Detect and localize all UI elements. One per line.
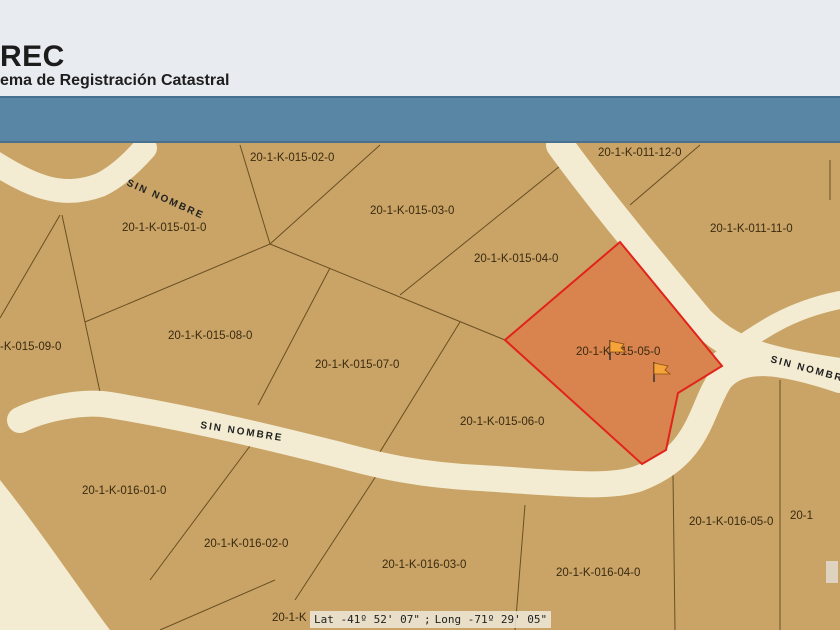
parcel-label: 20-1-K-016-05-0: [689, 516, 773, 528]
parcel-label: 20-1-K-015-08-0: [168, 330, 252, 342]
coordinate-readout: Lat -41º 52' 07"; Long -71º 29' 05": [310, 611, 552, 628]
parcel-label: 20-1-K-011-11-0: [710, 223, 793, 235]
coordinate-separator: ;: [423, 613, 431, 626]
app-title: REC: [0, 40, 65, 73]
parcel-label: 20-1-K-015-06-0: [460, 416, 544, 428]
parcel-label: 20-1-K-011-12-0: [598, 147, 682, 159]
parcel-label: 20-1-K-016-04-0: [556, 567, 640, 579]
parcel-label: 20-1-K-015-02-0: [250, 152, 334, 164]
latitude-value: Lat -41º 52' 07": [314, 613, 420, 626]
parcel-label: 20-1: [790, 510, 813, 522]
parcel-label: 20-1-K-015-01-0: [122, 222, 206, 234]
longitude-value: Long -71º 29' 05": [434, 613, 548, 626]
cadastral-map[interactable]: SIN NOMBRE SIN NOMBRE SIN NOMBRE 20-1-K-…: [0, 143, 840, 630]
parcel-label: -K-015-09-0: [0, 341, 61, 353]
parcel-label: 20-1-K-016-02-0: [204, 538, 288, 550]
map-canvas[interactable]: SIN NOMBRE SIN NOMBRE SIN NOMBRE 20-1-K-…: [0, 143, 840, 630]
app-header: REC ema de Registración Catastral: [0, 0, 840, 96]
parcel-label: 20-1-K-015-07-0: [315, 359, 399, 371]
parcel-label: 20-1-K-016-01-0: [82, 485, 166, 497]
map-toolbar: [0, 96, 840, 143]
map-control-icon[interactable]: [826, 561, 838, 583]
parcel-label: 20-1-K: [272, 612, 307, 624]
parcel-label: 20-1-K-015-04-0: [474, 253, 558, 265]
parcel-label: 20-1-K-016-03-0: [382, 559, 466, 571]
app-subtitle: ema de Registración Catastral: [0, 72, 230, 89]
parcel-label: 20-1-K-015-03-0: [370, 205, 454, 217]
